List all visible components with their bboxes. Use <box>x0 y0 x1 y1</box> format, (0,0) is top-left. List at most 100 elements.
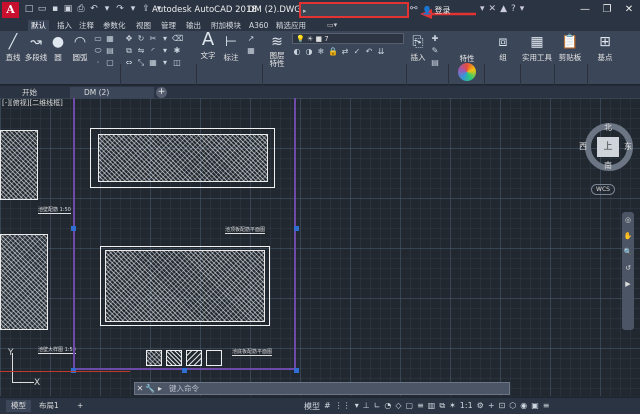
help-dropdown-icon[interactable]: ▾ <box>520 4 525 14</box>
save-icon[interactable]: ▪ <box>50 4 60 15</box>
modify-dropdown3-icon[interactable]: ▾ <box>160 58 170 68</box>
rotate-icon[interactable]: ↻ <box>136 34 146 44</box>
utilities-button[interactable]: ▦ 实用工具 <box>521 33 553 63</box>
array-icon[interactable]: ▦ <box>148 58 158 68</box>
clean-screen-icon[interactable]: ▣ <box>531 401 539 412</box>
layer-lock-icon[interactable]: 🔒 <box>328 47 338 57</box>
close-button[interactable]: ✕ <box>618 0 640 20</box>
tab-annotate[interactable]: 注释 <box>76 20 97 31</box>
tab-insert[interactable]: 插入 <box>54 20 75 31</box>
redo-dropdown-icon[interactable]: ▾ <box>128 4 138 15</box>
new-icon[interactable]: □ <box>24 4 34 15</box>
polyline-button[interactable]: ↝ 多段线 <box>24 33 48 63</box>
properties-color-icon[interactable] <box>458 63 476 81</box>
add-layout-button[interactable]: + <box>72 400 88 412</box>
new-tab-button[interactable]: + <box>156 87 167 98</box>
grid-icon[interactable]: # <box>324 401 331 412</box>
osnap-icon[interactable]: ▢ <box>406 401 414 412</box>
ribbon-options-icon[interactable]: ▭▾ <box>327 21 341 30</box>
plot-icon[interactable]: ⎙ <box>76 4 86 15</box>
dimension-button[interactable]: ⊢ 标注 <box>220 33 242 63</box>
stretch-icon[interactable]: ⇔ <box>124 58 134 68</box>
redo-icon[interactable]: ↷ <box>115 4 125 15</box>
minimize-button[interactable]: — <box>574 0 596 20</box>
file-tab-start[interactable]: 开始 <box>4 87 66 98</box>
snap-dropdown-icon[interactable]: ▾ <box>355 401 359 412</box>
group-button[interactable]: ⧈ 组 <box>488 33 518 63</box>
customize-status-icon[interactable]: ≡ <box>543 401 550 412</box>
rectangle-icon[interactable]: ▭ <box>93 34 103 44</box>
layer-freeze-icon[interactable]: ❄ <box>316 47 326 57</box>
scale-icon[interactable]: ⤡ <box>136 58 146 68</box>
insert-block-button[interactable]: ⎘ 插入 <box>408 33 428 63</box>
base-point-button[interactable]: ⊞ 基点 <box>590 33 620 63</box>
gradient-icon[interactable]: ▤ <box>105 46 115 56</box>
leader-icon[interactable]: ↗ <box>246 34 256 44</box>
model-tab[interactable]: 模型 <box>6 400 31 412</box>
steering-wheel-icon[interactable]: ◎ <box>622 212 634 228</box>
point-icon[interactable]: · <box>93 58 103 68</box>
viewcube-south[interactable]: 南 <box>604 160 612 171</box>
snap-icon[interactable]: ⋮⋮ <box>335 401 351 412</box>
infer-icon[interactable]: ⊥ <box>363 401 370 412</box>
file-tab-drawing[interactable]: DM (2) ✕ <box>70 87 154 108</box>
save-as-icon[interactable]: ▣ <box>63 4 73 15</box>
plus-icon[interactable]: + <box>488 401 495 412</box>
copy-icon[interactable]: ⧉ <box>124 46 134 56</box>
command-input[interactable]: 键入命令 <box>169 383 199 394</box>
login-button[interactable]: 👤 登录 <box>422 5 451 16</box>
properties-button[interactable]: 特性 <box>454 53 480 64</box>
tab-output[interactable]: 输出 <box>183 20 204 31</box>
annotation-visibility-icon[interactable]: ✶ <box>449 401 456 412</box>
layout1-tab[interactable]: 布局1 <box>34 400 64 412</box>
model-space-toggle[interactable]: 模型 <box>304 401 320 412</box>
viewcube-west[interactable]: 西 <box>579 141 587 152</box>
arc-button[interactable]: ◠ 圆弧 <box>70 33 90 63</box>
tab-a360[interactable]: A360 <box>246 20 271 31</box>
circle-button[interactable]: ● 圆 <box>49 33 67 63</box>
layer-properties-button[interactable]: ≋ 图层 特性 <box>266 33 288 68</box>
hardware-acceleration-icon[interactable]: ⬡ <box>509 401 516 412</box>
close-command-icon[interactable]: ✕ <box>135 384 145 393</box>
a360-icon[interactable]: ▲ <box>500 4 507 14</box>
viewport-grip[interactable] <box>294 226 299 231</box>
viewport-grip[interactable] <box>71 226 76 231</box>
modify-dropdown-icon[interactable]: ▾ <box>160 34 170 44</box>
layer-current-icon[interactable]: ✓ <box>352 47 362 57</box>
create-block-icon[interactable]: ✚ <box>430 34 440 44</box>
hatch-icon[interactable]: ▦ <box>105 34 115 44</box>
transparency-icon[interactable]: ▥ <box>428 401 436 412</box>
ortho-icon[interactable]: ∟ <box>374 401 381 412</box>
exchange-icon[interactable]: ✕ <box>489 4 497 14</box>
gear-icon[interactable]: ⚙ <box>477 401 484 412</box>
edit-attr-icon[interactable]: ▤ <box>430 58 440 68</box>
selection-cycling-icon[interactable]: ⧉ <box>439 401 445 412</box>
tab-manage[interactable]: 管理 <box>158 20 179 31</box>
fillet-icon[interactable]: ◜ <box>148 46 158 56</box>
viewcube-east[interactable]: 东 <box>624 141 632 152</box>
tab-view[interactable]: 视图 <box>133 20 154 31</box>
binocular-icon[interactable]: ⚯ <box>410 4 418 14</box>
mirror-icon[interactable]: ⇋ <box>136 46 146 56</box>
recent-commands-icon[interactable]: ▸ <box>155 384 165 393</box>
share-icon[interactable]: ⇪ <box>141 4 151 15</box>
open-icon[interactable]: ▭ <box>37 4 47 15</box>
orbit-icon[interactable]: ↺ <box>622 260 634 276</box>
modify-dropdown2-icon[interactable]: ▾ <box>160 46 170 56</box>
boundary-icon[interactable]: ▢ <box>105 58 115 68</box>
polar-icon[interactable]: ◔ <box>384 401 391 412</box>
search-input[interactable]: ▸ <box>299 2 409 18</box>
units-icon[interactable]: ⊡ <box>499 401 506 412</box>
zoom-icon[interactable]: 🔍 <box>622 244 634 260</box>
wcs-menu[interactable]: WCS <box>591 184 615 195</box>
help-icon[interactable]: ? <box>511 4 516 14</box>
move-icon[interactable]: ✥ <box>124 34 134 44</box>
viewcube-top-face[interactable]: 上 <box>597 137 619 157</box>
customize-icon[interactable]: 🔧 <box>145 384 155 393</box>
app-menu-button[interactable]: A <box>2 2 19 18</box>
layer-match-icon[interactable]: ⇄ <box>340 47 350 57</box>
clipboard-button[interactable]: 📋 剪贴板 <box>555 33 585 63</box>
isodraft-icon[interactable]: ◇ <box>395 401 401 412</box>
showmotion-icon[interactable]: ▶ <box>622 276 634 292</box>
layer-dropdown[interactable]: 💡 ☀ ■ 7 <box>292 33 404 44</box>
